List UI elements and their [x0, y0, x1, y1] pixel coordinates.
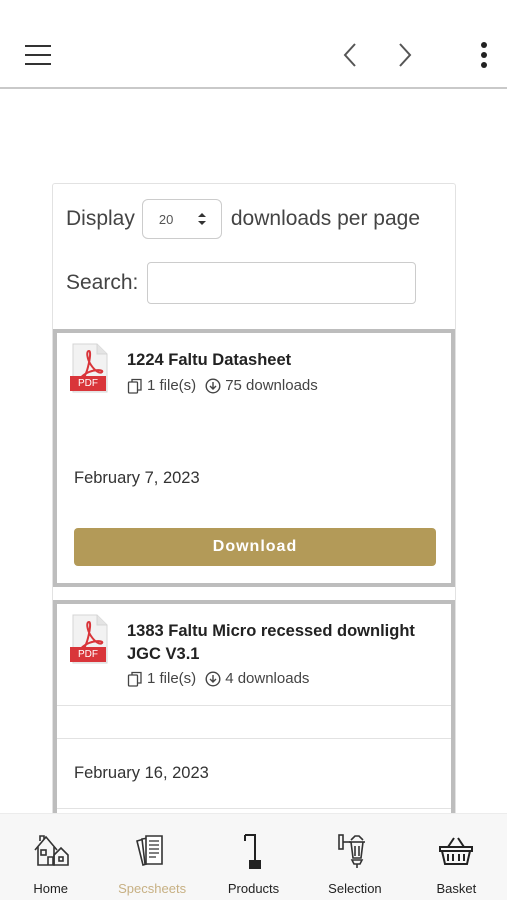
basket-icon: [436, 831, 476, 871]
nav-label: Basket: [436, 881, 477, 896]
downloads-count: 75 downloads: [225, 377, 318, 394]
download-count-icon: [205, 377, 221, 394]
divider: [57, 705, 451, 706]
nav-label: Home: [33, 881, 69, 896]
search-input[interactable]: [147, 262, 417, 304]
display-label: Display: [66, 207, 135, 230]
specsheets-icon: [132, 831, 172, 871]
search-row: Search:: [66, 262, 417, 304]
nav-specsheets[interactable]: Specsheets: [101, 814, 202, 900]
chevron-left-icon[interactable]: [330, 30, 370, 80]
per-page-value: 20: [158, 211, 174, 227]
download-meta: 1 file(s) 75 downloads: [127, 377, 318, 394]
per-page-suffix: downloads per page: [230, 207, 421, 230]
per-page-select[interactable]: 20: [141, 199, 222, 239]
home-icon: [31, 831, 71, 871]
nav-selection[interactable]: Selection: [304, 814, 405, 900]
download-card: PDF 1383 Faltu Micro recessed downlight …: [53, 600, 455, 822]
pdf-icon: PDF: [69, 614, 109, 664]
nav-basket[interactable]: Basket: [406, 814, 507, 900]
files-count: 1 file(s): [147, 377, 197, 394]
chevron-right-icon[interactable]: [385, 30, 425, 80]
kebab-menu-icon[interactable]: [464, 30, 504, 80]
pdf-badge-label: PDF: [78, 649, 98, 660]
nav-home[interactable]: Home: [0, 814, 101, 900]
download-meta: 1 file(s) 4 downloads: [127, 670, 309, 687]
nav-products[interactable]: Products: [203, 814, 304, 900]
search-label: Search:: [66, 271, 139, 294]
lamp-icon: [234, 831, 274, 871]
files-count: 1 file(s): [147, 670, 197, 687]
hamburger-icon[interactable]: [18, 30, 58, 80]
pdf-badge-label: PDF: [78, 378, 98, 389]
downloads-count: 4 downloads: [225, 670, 310, 687]
bottom-navigation: Home Specsheets Products Selection Baske…: [0, 813, 507, 900]
download-count-icon: [205, 670, 221, 687]
files-icon: [127, 671, 142, 687]
download-date: February 7, 2023: [74, 469, 200, 487]
download-title[interactable]: 1383 Faltu Micro recessed downlight JGC …: [127, 620, 437, 666]
nav-label: Specsheets: [118, 881, 187, 896]
downloads-panel: Display 20 downloads per page Search: PD…: [52, 183, 456, 823]
top-app-bar: [0, 0, 507, 89]
nav-label: Products: [227, 881, 280, 896]
download-card: PDF 1224 Faltu Datasheet 1 file(s) 75 do…: [53, 329, 455, 587]
divider: [57, 808, 451, 809]
nav-label: Selection: [328, 881, 382, 896]
files-icon: [127, 378, 142, 394]
download-button[interactable]: Download: [74, 528, 436, 566]
wall-lantern-icon: [335, 831, 375, 871]
download-date: February 16, 2023: [74, 764, 209, 782]
divider: [57, 738, 451, 739]
select-arrows-icon: [197, 213, 206, 225]
display-row: Display 20 downloads per page: [66, 198, 420, 240]
download-title[interactable]: 1224 Faltu Datasheet: [127, 349, 437, 372]
pdf-icon: PDF: [69, 343, 109, 393]
